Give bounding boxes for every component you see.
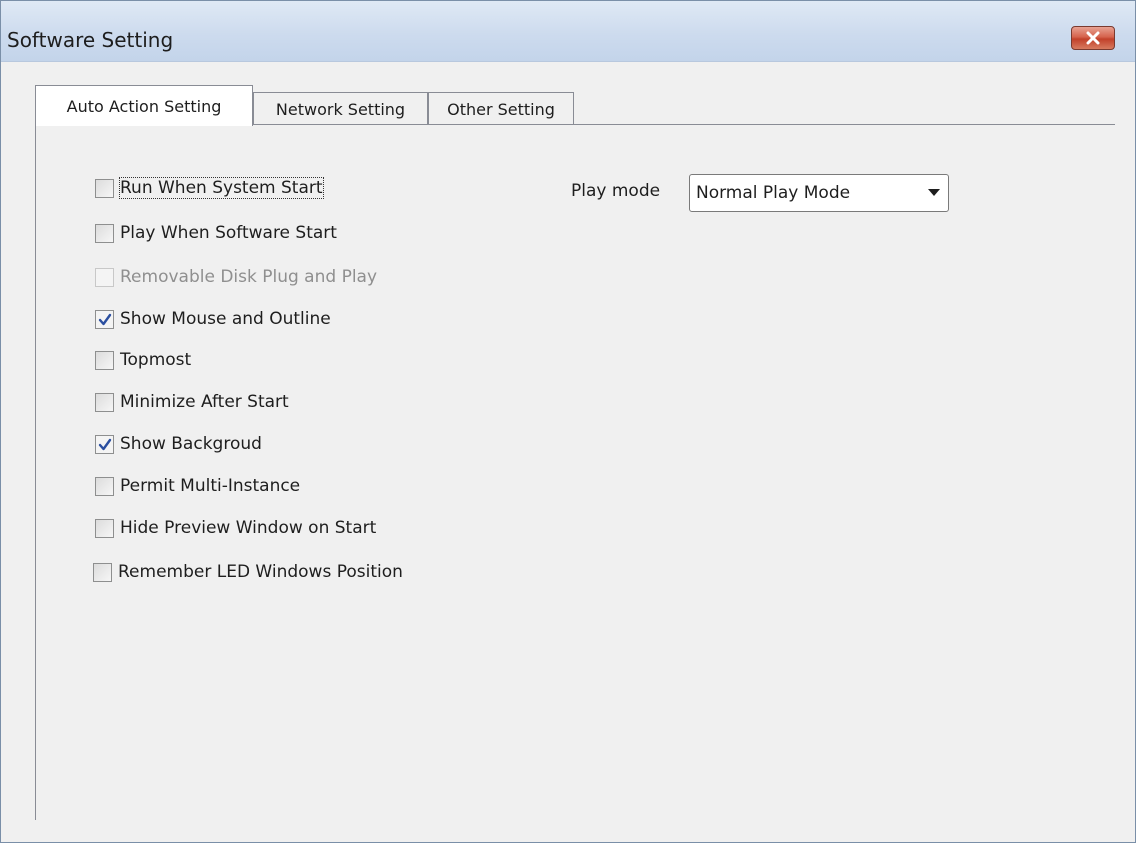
checkbox[interactable] — [93, 562, 112, 582]
checkbox — [95, 267, 114, 287]
window-title: Software Setting — [7, 28, 174, 52]
tab-auto-action-setting[interactable]: Auto Action Setting — [35, 85, 253, 126]
option-label: Show Backgroud — [120, 434, 262, 454]
option-play-when-software-start[interactable]: Play When Software Start — [95, 221, 337, 245]
option-run-when-system-start[interactable]: Run When System Start — [95, 176, 324, 200]
tab-label: Network Setting — [275, 99, 406, 119]
title-bar: Software Setting — [1, 1, 1135, 62]
chevron-down-icon — [928, 189, 940, 196]
option-label: Minimize After Start — [120, 392, 289, 412]
option-label: Remember LED Windows Position — [118, 562, 403, 582]
checkbox[interactable] — [95, 178, 114, 198]
option-hide-preview-window-on-start[interactable]: Hide Preview Window on Start — [95, 516, 376, 540]
option-label: Show Mouse and Outline — [120, 309, 331, 329]
tab-network-setting[interactable]: Network Setting — [253, 92, 428, 125]
close-button[interactable] — [1071, 26, 1115, 50]
close-icon — [1086, 31, 1100, 45]
panel-border-left — [35, 124, 36, 820]
play-mode-selected-value: Normal Play Mode — [696, 183, 851, 203]
play-mode-dropdown[interactable]: Normal Play Mode — [689, 174, 949, 212]
checkbox[interactable] — [95, 434, 114, 454]
option-remember-led-windows-position[interactable]: Remember LED Windows Position — [93, 560, 403, 584]
option-minimize-after-start[interactable]: Minimize After Start — [95, 390, 289, 414]
checkbox[interactable] — [95, 309, 114, 329]
option-label: Play When Software Start — [120, 223, 337, 243]
option-permit-multi-instance[interactable]: Permit Multi-Instance — [95, 474, 300, 498]
check-icon — [98, 313, 112, 325]
software-setting-window: Software Setting Auto Action Setting Net… — [0, 0, 1136, 843]
option-topmost[interactable]: Topmost — [95, 348, 191, 372]
checkbox[interactable] — [95, 392, 114, 412]
checkbox[interactable] — [95, 518, 114, 538]
option-removable-disk-plug-and-play: Removable Disk Plug and Play — [95, 265, 377, 289]
option-label: Removable Disk Plug and Play — [120, 267, 378, 287]
checkbox[interactable] — [95, 223, 114, 243]
option-label: Hide Preview Window on Start — [120, 518, 377, 538]
check-icon — [98, 438, 112, 450]
option-show-mouse-and-outline[interactable]: Show Mouse and Outline — [95, 307, 331, 331]
checkbox[interactable] — [95, 350, 114, 370]
option-label: Topmost — [120, 350, 192, 370]
option-show-backgroud[interactable]: Show Backgroud — [95, 432, 262, 456]
play-mode-label: Play mode — [571, 181, 661, 201]
tab-other-setting[interactable]: Other Setting — [428, 92, 574, 125]
option-label: Run When System Start — [119, 177, 324, 199]
option-label: Permit Multi-Instance — [120, 476, 301, 496]
checkbox[interactable] — [95, 476, 114, 496]
tab-label: Auto Action Setting — [66, 96, 222, 116]
tab-label: Other Setting — [447, 99, 555, 119]
